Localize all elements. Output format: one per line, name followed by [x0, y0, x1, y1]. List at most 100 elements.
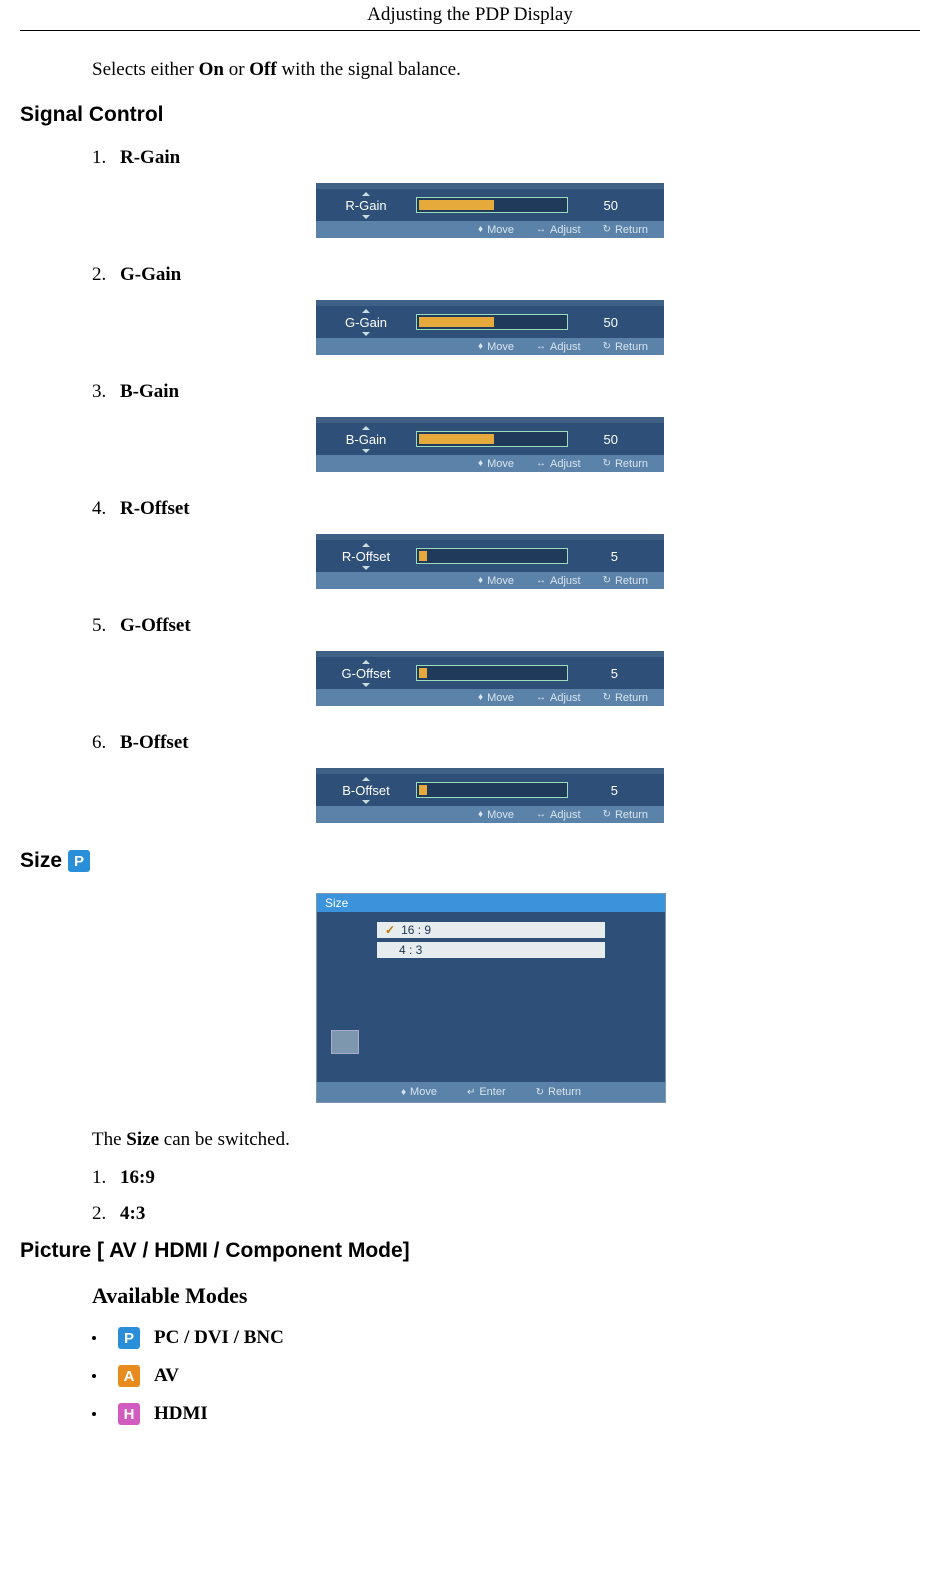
intro-suffix: with the signal balance.: [277, 59, 461, 80]
size-list-item: 2.4:3: [92, 1203, 920, 1225]
intro-sentence: Selects either On or Off with the signal…: [92, 59, 920, 81]
osd-footer-move: ♦Move: [478, 224, 514, 236]
list-number: 2.: [92, 1203, 120, 1225]
signal-item: 4.R-Offset: [92, 498, 920, 520]
osd-footer-return: ↻Return: [603, 809, 648, 821]
osd-slider[interactable]: [416, 314, 568, 330]
osd-slider[interactable]: [416, 431, 568, 447]
size-heading-text: Size: [20, 849, 62, 873]
osd-footer-adjust: ↔Adjust: [536, 458, 581, 470]
intro-on: On: [199, 59, 224, 80]
size-sentence-bold: Size: [126, 1129, 159, 1150]
osd-footer-move: ♦Move: [478, 341, 514, 353]
osd-footer-adjust: ↔Adjust: [536, 692, 581, 704]
osd-footer-adjust: ↔Adjust: [536, 575, 581, 587]
bullet-icon: [92, 1412, 96, 1416]
size-footer-return: ↻Return: [536, 1086, 581, 1098]
mode-item: H HDMI: [92, 1403, 920, 1425]
signal-item: 3.B-Gain: [92, 381, 920, 403]
mode-label: AV: [154, 1365, 179, 1387]
size-osd-panel: Size 16 : 9 4 : 3 ♦Move ↵Enter ↻Return: [316, 893, 666, 1103]
mode-icon: P: [118, 1327, 140, 1349]
mode-item: A AV: [92, 1365, 920, 1387]
size-sentence-post: can be switched.: [159, 1129, 290, 1150]
osd-slider[interactable]: [416, 548, 568, 564]
size-list-label: 4:3: [120, 1203, 145, 1224]
picture-heading: Picture [ AV / HDMI / Component Mode]: [20, 1239, 920, 1263]
osd-label: G-Gain: [316, 315, 416, 330]
size-option[interactable]: 16 : 9: [377, 922, 605, 938]
osd-slider[interactable]: [416, 665, 568, 681]
mode-item: P PC / DVI / BNC: [92, 1327, 920, 1349]
osd-label: B-Offset: [316, 783, 416, 798]
list-number: 2.: [92, 264, 120, 286]
osd-footer-return: ↻Return: [603, 575, 648, 587]
available-modes-heading: Available Modes: [92, 1283, 920, 1309]
osd-footer-move: ♦Move: [478, 575, 514, 587]
size-option[interactable]: 4 : 3: [377, 942, 605, 958]
osd-footer-adjust: ↔Adjust: [536, 224, 581, 236]
signal-item-label: G-Offset: [120, 615, 191, 636]
osd-slider-panel: R-Offset 5 ♦Move ↔Adjust ↻Return: [316, 534, 920, 589]
osd-label: R-Offset: [316, 549, 416, 564]
osd-footer-return: ↻Return: [603, 224, 648, 236]
osd-label: B-Gain: [316, 432, 416, 447]
mode-label: PC / DVI / BNC: [154, 1327, 284, 1349]
osd-footer-return: ↻Return: [603, 341, 648, 353]
signal-item-label: B-Offset: [120, 732, 189, 753]
osd-footer-adjust: ↔Adjust: [536, 809, 581, 821]
osd-value: 50: [568, 198, 632, 213]
list-number: 4.: [92, 498, 120, 520]
osd-footer-move: ♦Move: [478, 458, 514, 470]
osd-value: 5: [568, 783, 632, 798]
signal-item: 6.B-Offset: [92, 732, 920, 754]
list-number: 1.: [92, 147, 120, 169]
osd-slider-panel: B-Offset 5 ♦Move ↔Adjust ↻Return: [316, 768, 920, 823]
osd-value: 50: [568, 432, 632, 447]
page-title: Adjusting the PDP Display: [367, 4, 573, 25]
osd-slider[interactable]: [416, 782, 568, 798]
size-list-item: 1.16:9: [92, 1167, 920, 1189]
signal-item: 2.G-Gain: [92, 264, 920, 286]
intro-prefix: Selects either: [92, 59, 199, 80]
size-sentence: The Size can be switched.: [92, 1129, 920, 1151]
mode-icon: A: [118, 1365, 140, 1387]
size-side-icon: [331, 1030, 359, 1054]
osd-footer-return: ↻Return: [603, 458, 648, 470]
list-number: 6.: [92, 732, 120, 754]
size-options-body: 16 : 9 4 : 3: [317, 912, 665, 1082]
osd-slider[interactable]: [416, 197, 568, 213]
size-footer: ♦Move ↵Enter ↻Return: [317, 1082, 665, 1102]
signal-item-label: B-Gain: [120, 381, 179, 402]
size-list-label: 16:9: [120, 1167, 155, 1188]
osd-slider-panel: B-Gain 50 ♦Move ↔Adjust ↻Return: [316, 417, 920, 472]
bullet-icon: [92, 1374, 96, 1378]
size-footer-enter: ↵Enter: [467, 1086, 506, 1098]
signal-item-label: R-Offset: [120, 498, 190, 519]
bullet-icon: [92, 1336, 96, 1340]
mode-icon: H: [118, 1403, 140, 1425]
osd-slider-panel: R-Gain 50 ♦Move ↔Adjust ↻Return: [316, 183, 920, 238]
signal-control-heading: Signal Control: [20, 103, 920, 127]
size-panel-title: Size: [317, 894, 665, 912]
osd-slider-panel: G-Offset 5 ♦Move ↔Adjust ↻Return: [316, 651, 920, 706]
size-sentence-pre: The: [92, 1129, 126, 1150]
osd-footer-adjust: ↔Adjust: [536, 341, 581, 353]
osd-value: 50: [568, 315, 632, 330]
signal-item-label: R-Gain: [120, 147, 180, 168]
signal-item: 1.R-Gain: [92, 147, 920, 169]
osd-footer-move: ♦Move: [478, 692, 514, 704]
osd-footer-move: ♦Move: [478, 809, 514, 821]
osd-footer-return: ↻Return: [603, 692, 648, 704]
signal-item-label: G-Gain: [120, 264, 181, 285]
osd-value: 5: [568, 549, 632, 564]
intro-mid: or: [224, 59, 249, 80]
osd-slider-panel: G-Gain 50 ♦Move ↔Adjust ↻Return: [316, 300, 920, 355]
intro-off: Off: [249, 59, 276, 80]
list-number: 1.: [92, 1167, 120, 1189]
mode-label: HDMI: [154, 1403, 208, 1425]
list-number: 5.: [92, 615, 120, 637]
signal-item: 5.G-Offset: [92, 615, 920, 637]
osd-label: G-Offset: [316, 666, 416, 681]
p-mode-icon: P: [68, 850, 90, 872]
